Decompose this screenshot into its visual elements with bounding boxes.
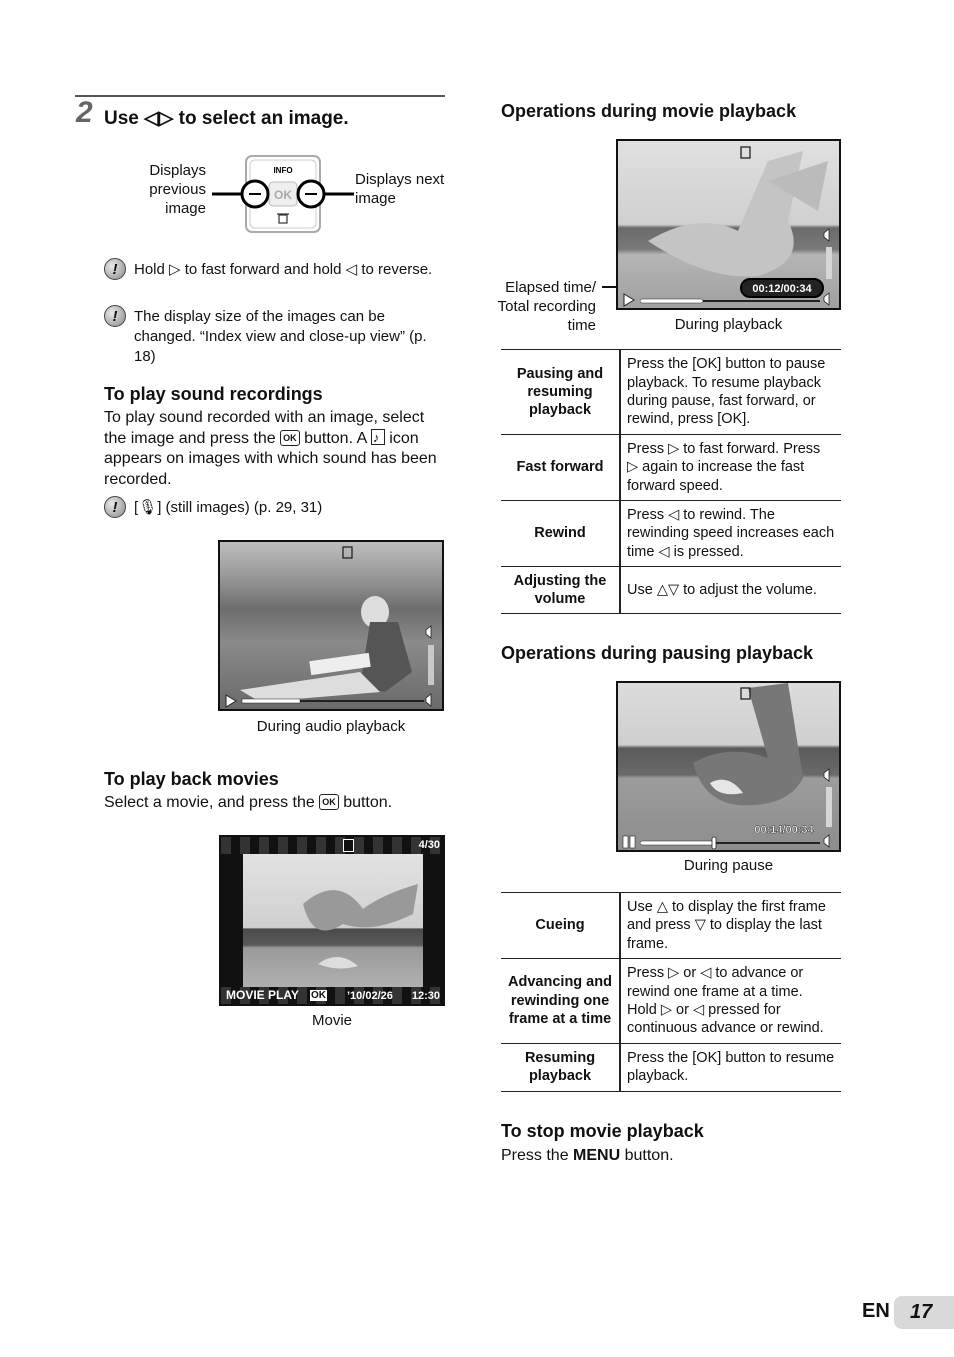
table-row: Cueing Use △ to display the first frame … <box>501 892 841 959</box>
progress-handle <box>711 836 717 850</box>
image-counter: 4/30 <box>418 839 440 851</box>
movie-date: ’10/02/26 <box>347 990 393 1002</box>
dial-left-label: Displays previous image <box>149 162 206 217</box>
step-number: 2 <box>76 96 93 129</box>
film-strip-top <box>221 837 443 854</box>
dial-right-label: Displays next image <box>355 171 445 207</box>
sound-body-text-2: button. A <box>304 429 367 447</box>
movie-play-label: MOVIE PLAY <box>226 988 299 1002</box>
row-value: Use △▽ to adjust the volume. <box>620 565 841 614</box>
progress-fill <box>639 298 704 304</box>
movies-heading: To play back movies <box>104 769 279 789</box>
play-icon <box>623 293 635 307</box>
row-key: Pausing and resuming playback <box>501 349 621 435</box>
stop-body-text-1: Press the <box>501 1147 569 1164</box>
ok-button-icon: OK <box>280 429 300 446</box>
playback-screen-caption: During playback <box>674 316 783 333</box>
sound-badge-icon <box>343 839 354 852</box>
table-row: Adjusting the volume Use △▽ to adjust th… <box>501 565 841 614</box>
row-value: Press the [OK] button to resume playback… <box>620 1042 841 1092</box>
caution-icon: ! <box>104 258 126 280</box>
table-row: Fast forward Press ▷ to fast forward. Pr… <box>501 434 841 501</box>
volume-meter <box>826 787 832 827</box>
row-key: Resuming playback <box>501 1042 621 1092</box>
note-display-size: The display size of the images can be ch… <box>134 308 427 365</box>
table-row: Resuming playback Press the [OK] button … <box>501 1042 841 1092</box>
row-value: Press ▷ or ◁ to advance or rewind one fr… <box>620 957 841 1044</box>
ok-button-icon: OK <box>319 794 339 810</box>
elapsed-time-label: Elapsed time/ Total recording time <box>497 279 596 334</box>
row-key: Fast forward <box>501 434 621 501</box>
play-icon <box>225 694 237 708</box>
ok-icon: OK <box>310 990 327 1001</box>
stop-heading: To stop movie playback <box>501 1121 704 1141</box>
step-title: Use ◁▷ to select an image. <box>104 108 349 129</box>
row-value: Press the [OK] button to pause playback.… <box>620 349 841 435</box>
audio-screen-caption: During audio playback <box>256 718 406 735</box>
mute-icon <box>823 834 830 848</box>
movie-time: 12:30 <box>411 990 440 1002</box>
section-rule <box>75 95 445 97</box>
caution-icon: ! <box>104 496 126 518</box>
sound-badge-icon <box>740 146 751 159</box>
table-row: Advancing and rewinding one frame at a t… <box>501 957 841 1044</box>
movie-screen: 4/30 MOVIE PLAY OK ’10/02/26 12:30 <box>219 835 445 1006</box>
row-value: Use △ to display the first frame and pre… <box>620 892 841 959</box>
volume-icon <box>823 768 830 782</box>
mute-icon <box>425 693 432 707</box>
movie-playback-ops-table: Pausing and resuming playback Press the … <box>501 349 841 614</box>
sound-note-icon <box>370 428 385 448</box>
pause-playback-ops-table: Cueing Use △ to display the first frame … <box>501 892 841 1092</box>
movie-frame <box>243 854 423 988</box>
row-key: Cueing <box>501 892 621 959</box>
table-row: Rewind Press ◁ to rewind. The rewinding … <box>501 499 841 567</box>
movies-body-text-2: button. <box>343 794 393 811</box>
volume-icon <box>823 228 830 242</box>
pause-playback-heading: Operations during pausing playback <box>501 643 814 663</box>
volume-icon <box>425 625 432 639</box>
volume-meter <box>428 645 434 685</box>
caution-icon: ! <box>104 305 126 327</box>
pause-screen-caption: During pause <box>683 857 774 874</box>
movies-body: Select a movie, and press the OK button. <box>104 793 392 814</box>
row-key: Advancing and rewinding one frame at a t… <box>501 957 621 1044</box>
pause-screen: 00:14/00:34 <box>616 681 841 852</box>
sound-body: To play sound recorded with an image, se… <box>104 408 449 490</box>
note-mic: [🎙] (still images) (p. 29, 31) <box>134 499 323 516</box>
volume-meter <box>826 247 832 279</box>
progress-fill <box>241 698 301 704</box>
row-value: Press ◁ to rewind. The rewinding speed i… <box>620 499 841 567</box>
sound-heading: To play sound recordings <box>104 384 323 404</box>
time-readout: 00:12/00:34 <box>752 283 812 295</box>
menu-button-label: MENU <box>573 1147 621 1164</box>
progress-fill <box>639 840 715 846</box>
stop-body: Press the MENU button. <box>501 1146 674 1167</box>
pause-icon <box>622 835 636 849</box>
ok-button-label: OK <box>274 188 292 202</box>
time-readout: 00:14/00:34 <box>754 824 814 836</box>
audio-playback-screen <box>218 540 444 711</box>
movie-playback-screen: 00:12/00:34 <box>616 139 841 310</box>
note-fast-forward: Hold ▷ to fast forward and hold ◁ to rev… <box>134 261 433 278</box>
control-dial-diagram: INFO OK <box>212 155 354 233</box>
movies-body-text-1: Select a movie, and press the <box>104 794 315 811</box>
sound-badge-icon <box>342 546 353 559</box>
page-number: 17 <box>894 1296 954 1329</box>
mute-icon <box>823 292 830 306</box>
row-value: Press ▷ to fast forward. Press ▷ again t… <box>620 434 841 501</box>
movie-playback-heading: Operations during movie playback <box>501 101 797 121</box>
row-key: Rewind <box>501 499 621 567</box>
language-label: EN <box>862 1300 890 1322</box>
stop-body-text-2: button. <box>624 1147 674 1164</box>
info-label: INFO <box>273 166 292 175</box>
table-row: Pausing and resuming playback Press the … <box>501 349 841 435</box>
row-key: Adjusting the volume <box>501 565 621 614</box>
movie-screen-caption: Movie <box>311 1012 352 1029</box>
